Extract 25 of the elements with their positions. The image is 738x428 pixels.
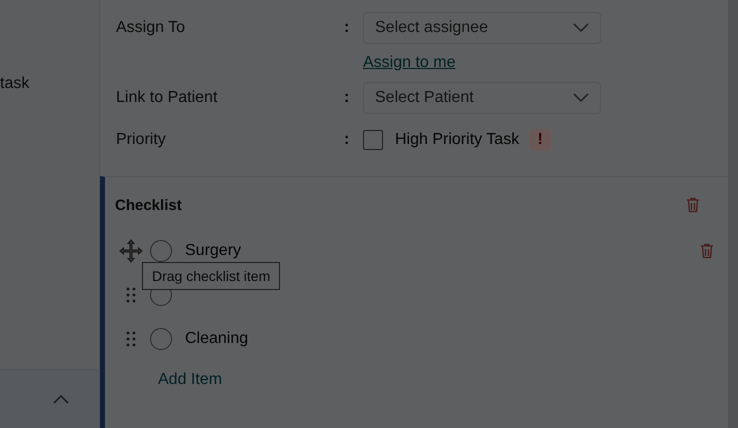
separator: : [344, 18, 350, 38]
select-field[interactable]: Select assignee [363, 12, 601, 44]
checklist-item: Surgery [185, 242, 242, 260]
checkbox[interactable] [363, 130, 383, 150]
checklist-item: Cleaning [185, 330, 248, 348]
trash-icon[interactable] [686, 197, 700, 213]
chevron-down-icon [573, 93, 589, 103]
chevron-up-icon [53, 394, 69, 404]
field-label: Priority [116, 130, 167, 150]
tooltip: Drag checklist item [142, 262, 280, 290]
field-label: Assign To [116, 18, 186, 38]
section-title: Checklist [115, 196, 182, 214]
select-field[interactable]: Select Patient [363, 82, 601, 114]
trash-icon[interactable] [700, 243, 714, 259]
add-item-button[interactable]: Add Item [158, 371, 222, 389]
separator: : [344, 130, 350, 150]
sidebar-label: task [0, 75, 30, 93]
item-checkbox[interactable] [150, 328, 172, 350]
field-label: Link to Patient [116, 88, 218, 108]
checkbox-label: High Priority Task [395, 131, 520, 149]
priority-badge: ! [529, 129, 552, 151]
assign-link[interactable]: Assign to me [363, 54, 601, 72]
move-icon[interactable] [119, 239, 143, 263]
separator: : [344, 88, 350, 108]
chevron-down-icon [573, 23, 589, 33]
